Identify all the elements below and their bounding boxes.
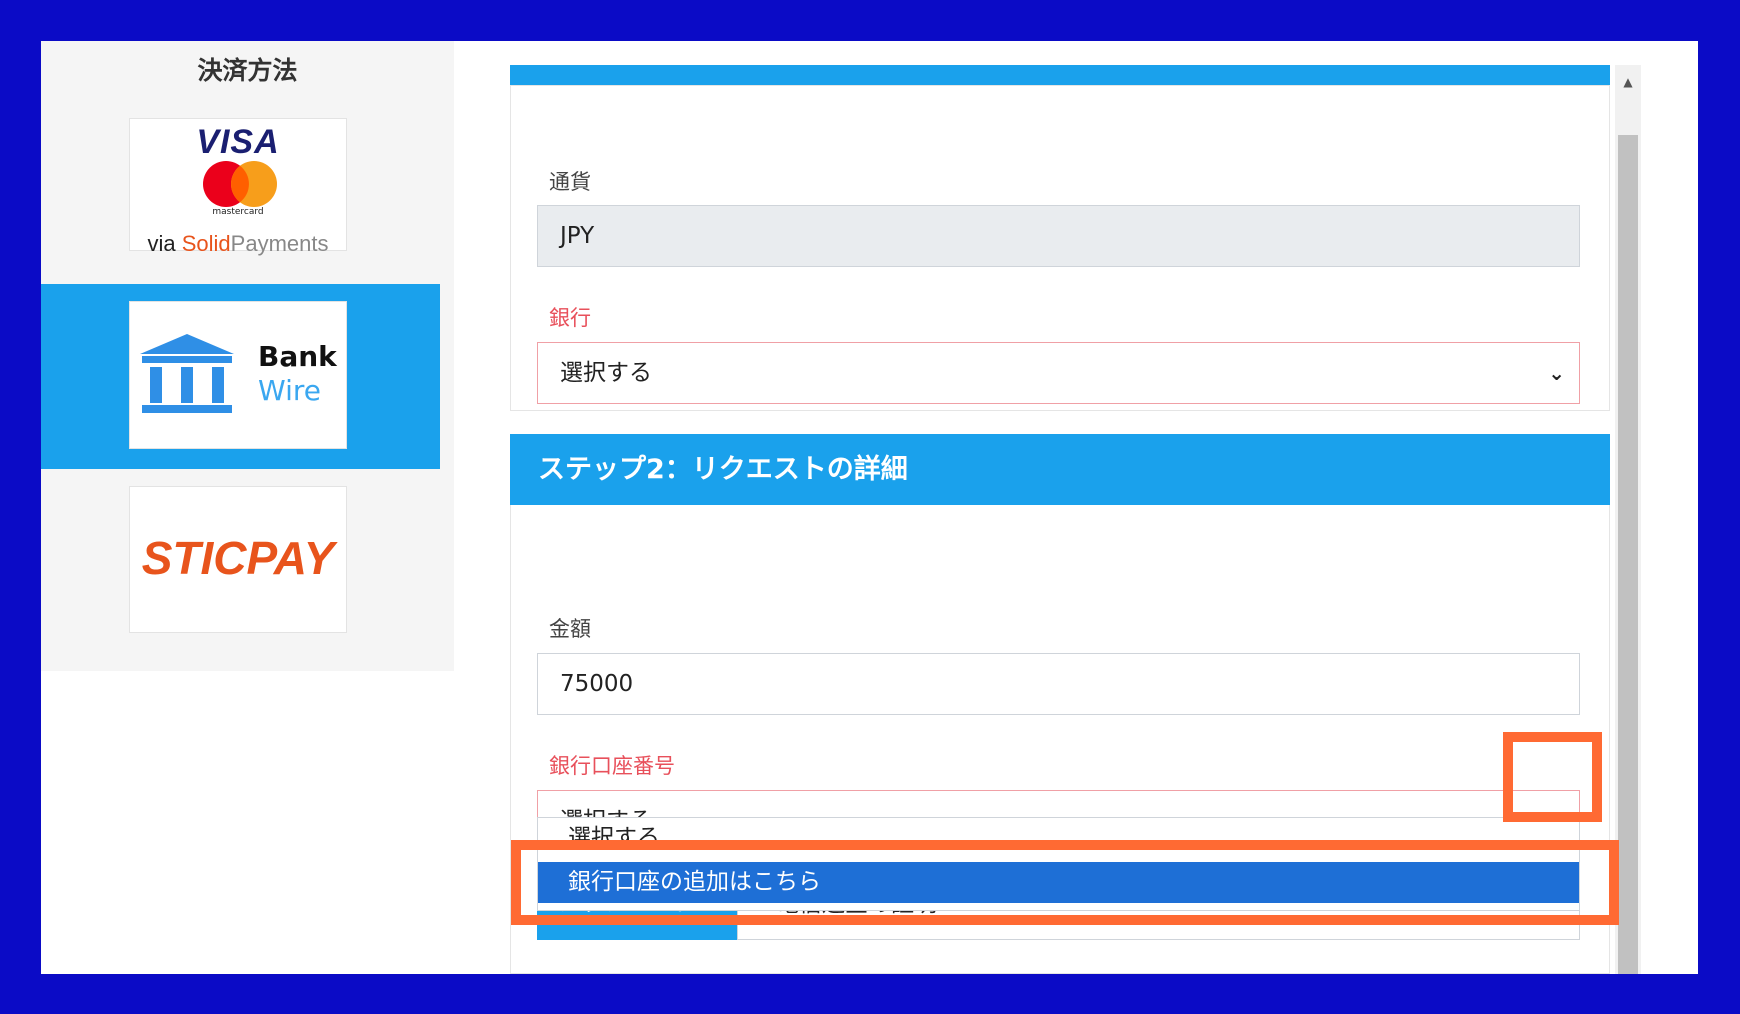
bank-wire-label-line2: Wire [258,374,321,407]
currency-label: 通貨 [549,170,591,194]
payments-label: Payments [230,231,329,256]
vertical-scrollbar[interactable]: ▲ [1615,65,1641,974]
bank-account-label: 銀行口座番号 [549,754,675,778]
bank-select[interactable]: 選択する ⌄ [537,342,1580,404]
scroll-up-arrow-icon[interactable]: ▲ [1615,75,1641,89]
mastercard-text: mastercard [212,207,264,217]
amount-label: 金額 [549,617,591,641]
payment-method-bank-wire[interactable]: Bank Wire [129,301,347,449]
scroll-thumb[interactable] [1618,135,1638,974]
step1-header-strip [510,65,1610,85]
withdrawal-form: 通貨 JPY 銀行 選択する ⌄ ステップ2：リクエストの詳細 金額 75000… [510,65,1610,974]
payment-method-sticpay[interactable]: STICPAY [129,486,347,633]
screen: 決済方法 VISA mastercard via SolidPayments B… [41,41,1698,974]
bank-wire-label-line1: Bank [258,340,337,373]
via-solidpayments-text: via SolidPayments [130,231,346,257]
step2-header: ステップ2：リクエストの詳細 [510,434,1610,505]
bank-select-value: 選択する [560,360,652,386]
currency-field: JPY [537,205,1580,267]
amount-input[interactable]: 75000 [537,653,1580,715]
via-label: via [147,231,182,256]
chevron-down-icon: ⌄ [1548,361,1565,385]
annotation-box-add-account [511,840,1619,925]
payment-method-visa-mastercard[interactable]: VISA mastercard via SolidPayments [129,118,347,256]
payment-method-sidebar: 決済方法 VISA mastercard via SolidPayments B… [41,41,454,671]
sticpay-logo-text: STICPAY [141,532,335,584]
mastercard-icon [203,161,277,207]
solid-label: Solid [181,231,231,256]
bank-building-icon [140,334,234,413]
bank-label: 銀行 [549,306,591,330]
visa-logo-text: VISA [196,123,280,161]
annotation-box-chevron [1503,732,1602,822]
sidebar-title: 決済方法 [197,56,298,85]
